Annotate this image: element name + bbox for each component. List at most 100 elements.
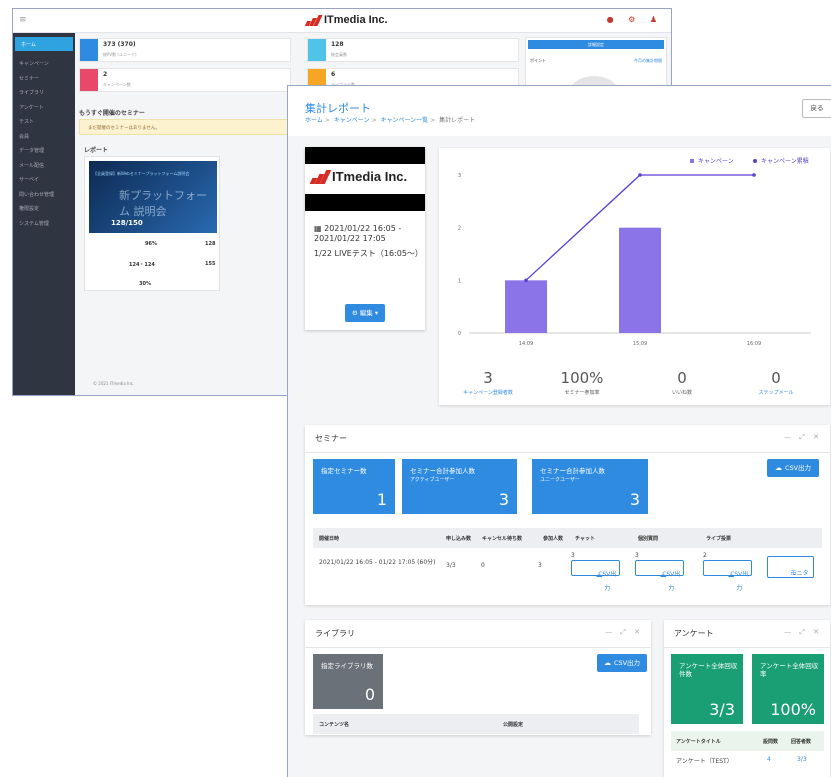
- seminar-panel: セミナー — ⤢ ✕ 指定セミナー数 1 セミナー合計参加人数 アクティブユーザ…: [305, 425, 830, 605]
- sidebar-item-members[interactable]: 会員: [13, 130, 75, 145]
- tile-survey-responses: アンケート全体回収件数 3/3: [671, 654, 743, 724]
- survey-title: アンケート: [674, 629, 714, 638]
- y-tick-label: 1: [458, 278, 461, 284]
- sidebar-item-seminar[interactable]: セミナー: [13, 72, 75, 87]
- event-date: ▦ 2021/01/22 16:05 - 2021/01/22 17:05: [314, 224, 402, 243]
- dashboard-footer: © 2021 ITmedia Inc.: [93, 381, 135, 386]
- gear-icon: ⚙: [351, 309, 360, 317]
- chart-line-point: [638, 173, 642, 177]
- dashboard-topbar: ≡ ITmedia Inc. ● ⚙ ♟: [13, 9, 671, 33]
- sidebar-item-survey2[interactable]: サーベイ: [13, 173, 75, 188]
- topbar-icons[interactable]: ● ⚙ ♟: [607, 15, 663, 24]
- sidebar-item-survey[interactable]: アンケート: [13, 101, 75, 116]
- stat-members: 128 総会員数: [307, 38, 519, 62]
- sidebar-item-system[interactable]: システム管理: [13, 217, 75, 232]
- upcoming-heading: もうすぐ開催のセミナー: [79, 110, 145, 117]
- legend-swatch-bar: [690, 159, 694, 163]
- y-tick-label: 3: [458, 173, 461, 179]
- kpi-seminar-rate: 100% セミナー参加率: [560, 369, 604, 396]
- report-card[interactable]: 【全員登録】新Webセミナープラットフォーム説明会 新プラットフォーム 説明会 …: [84, 156, 220, 291]
- edit-button[interactable]: ⚙ 編集 ▾: [345, 304, 385, 322]
- tile-library-count: 指定ライブラリ数 0: [313, 654, 383, 709]
- survey-table-header: アンケートタイトル 設問数 回答者数: [671, 731, 824, 751]
- page-title: 集計レポート: [305, 102, 371, 115]
- cloud-download-icon: ☁: [603, 659, 611, 667]
- chart-bar: [619, 227, 661, 333]
- breadcrumb-separator-icon: >: [371, 117, 377, 124]
- sidebar-item-inquiry[interactable]: 問い合わせ管理: [13, 188, 75, 203]
- legend-label: キャンペーン: [698, 158, 734, 165]
- y-tick-label: 2: [458, 226, 461, 232]
- library-csv-button[interactable]: ☁ CSV出力: [597, 654, 647, 672]
- tile-active-users: セミナー合計参加人数 アクティブユーザー 3: [402, 459, 517, 514]
- seminar-title: セミナー: [315, 434, 347, 443]
- cloud-download-icon: ☁: [774, 464, 782, 472]
- points-label: ポイント: [530, 58, 546, 63]
- eye-icon: [80, 39, 98, 61]
- seminar-csv-button[interactable]: ☁ CSV出力: [767, 459, 819, 477]
- event-title: 1/22 LIVEテスト（16:05～）: [314, 249, 423, 258]
- stat-pageviews: 373 (370) 総PV数 (ユニーク): [79, 38, 291, 62]
- question-csv-button[interactable]: ☁ CSV出力: [635, 560, 684, 592]
- sidebar: ホーム キャンペーン セミナー ライブラリ アンケート テスト 会員 データ管理…: [13, 33, 75, 395]
- itmedia-logo: ITmedia Inc.: [309, 169, 407, 184]
- report-window: 集計レポート ホーム > キャンペーン > キャンペーン一覧 > 集計レポート 戻る …: [287, 85, 831, 777]
- logo-mark-icon: [304, 14, 323, 26]
- kpi-step-mail: 0 ステップメール: [758, 369, 794, 396]
- panel-tools[interactable]: — ⤢ ✕: [784, 433, 822, 442]
- legend-swatch-line: [753, 159, 757, 163]
- menu-icon[interactable]: ≡: [19, 15, 27, 25]
- panel-tools[interactable]: — ⤢ ✕: [605, 628, 643, 637]
- event-thumbnail: ITmedia Inc.: [305, 147, 425, 211]
- users-icon: [308, 39, 326, 61]
- breadcrumb-campaign[interactable]: キャンペーン: [334, 117, 370, 124]
- x-tick-label: 16:09: [747, 341, 761, 347]
- monitor-button[interactable]: ▭ モニタ: [767, 556, 814, 578]
- chat-csv-button[interactable]: ☁ CSV出力: [571, 560, 620, 592]
- vote-csv-button[interactable]: ☁ CSV出力: [703, 560, 752, 592]
- sidebar-item-campaign[interactable]: キャンペーン: [13, 57, 75, 72]
- campaign-icon: [80, 69, 98, 91]
- sidebar-item-library[interactable]: ライブラリ: [13, 86, 75, 101]
- report-header: 集計レポート ホーム > キャンペーン > キャンペーン一覧 > 集計レポート 戻る: [288, 86, 831, 136]
- points-link[interactable]: 今月の集計期間: [634, 58, 662, 64]
- library-table-header: コンテンツ名 公開設定: [313, 714, 639, 734]
- seminar-table-header: 開催日時 申し込み数 キャンセル待ち数 参加人数 チャット 個別質問 ライブ投票: [313, 528, 822, 548]
- campaign-chart-card: 0 1 2 3 14:09 15:09 16:09 キャンペーン キャンペーン累積 3 キャンペ…: [439, 148, 830, 405]
- caret-down-icon: ▾: [372, 309, 379, 317]
- chart-line-point: [524, 278, 528, 283]
- logo-mark-icon: [309, 169, 332, 184]
- library-title: ライブラリ: [315, 629, 355, 638]
- sidebar-item-test[interactable]: テスト: [13, 115, 75, 130]
- library-panel: ライブラリ — ⤢ ✕ 指定ライブラリ数 0 ☁ CSV出力 コンテンツ名 公開設…: [305, 620, 651, 735]
- report-heading: レポート: [84, 147, 109, 154]
- breadcrumb-campaign-list[interactable]: キャンペーン一覧: [380, 117, 428, 124]
- breadcrumb-separator-icon: >: [324, 117, 330, 124]
- sidebar-item-permissions[interactable]: 権限設定: [13, 202, 75, 217]
- chart-line-point: [752, 173, 756, 177]
- itmedia-logo: ITmedia Inc.: [304, 14, 388, 26]
- legend-label: キャンペーン累積: [761, 157, 809, 165]
- survey-panel: アンケート — ⤢ ✕ アンケート全体回収件数 3/3 アンケート全体回収率 1…: [664, 620, 830, 777]
- detail-settings-button[interactable]: 詳細設定: [528, 40, 664, 49]
- table-row: アンケート（TEST） 4 3/3: [676, 756, 807, 765]
- tile-unique-users: セミナー合計参加人数 ユニークユーザー 3: [532, 459, 648, 514]
- stat-campaigns: 2 キャンペーン数: [79, 68, 291, 92]
- report-card-image: 【全員登録】新Webセミナープラットフォーム説明会 新プラットフォーム 説明会 …: [89, 161, 217, 233]
- breadcrumb-current: 集計レポート: [439, 117, 476, 124]
- calendar-icon: ▦: [314, 224, 325, 233]
- sidebar-item-home[interactable]: ホーム: [15, 37, 73, 51]
- sidebar-item-data[interactable]: データ管理: [13, 144, 75, 159]
- back-button[interactable]: 戻る: [802, 99, 831, 118]
- event-card: ITmedia Inc. ▦ 2021/01/22 16:05 - 2021/0…: [305, 147, 425, 330]
- breadcrumb-separator-icon: >: [430, 117, 436, 124]
- sidebar-item-mail[interactable]: メール配信: [13, 159, 75, 174]
- panel-tools[interactable]: — ⤢ ✕: [784, 628, 822, 637]
- kpi-registrants: 3 キャンペーン登録者数: [463, 369, 513, 396]
- breadcrumb-home[interactable]: ホーム: [305, 117, 323, 124]
- x-tick-label: 14:09: [519, 341, 533, 347]
- chart-bar: [505, 280, 547, 333]
- x-tick-label: 15:09: [633, 341, 647, 347]
- breadcrumb: ホーム > キャンペーン > キャンペーン一覧 > 集計レポート: [305, 115, 475, 124]
- table-row: 2021/01/22 16:05 - 01/22 17:05 (60分) 3/3…: [313, 552, 822, 592]
